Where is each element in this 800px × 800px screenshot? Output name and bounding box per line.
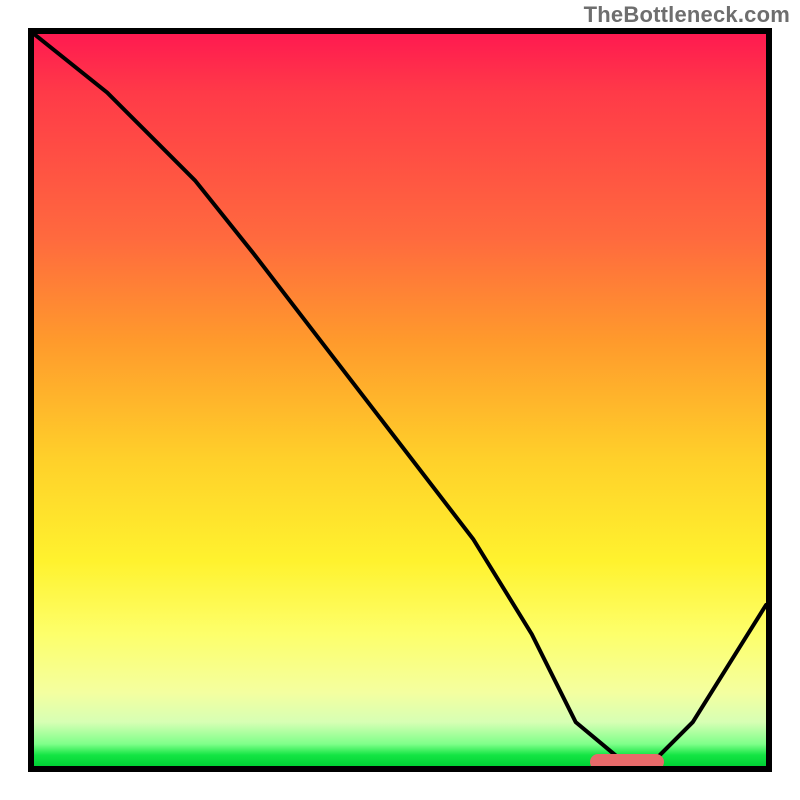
watermark-text: TheBottleneck.com [584, 2, 790, 28]
optimal-marker [590, 754, 663, 766]
chart-container: TheBottleneck.com [0, 0, 800, 800]
curve-path [34, 34, 766, 759]
chart-curve [34, 34, 766, 766]
plot-area [34, 34, 766, 766]
